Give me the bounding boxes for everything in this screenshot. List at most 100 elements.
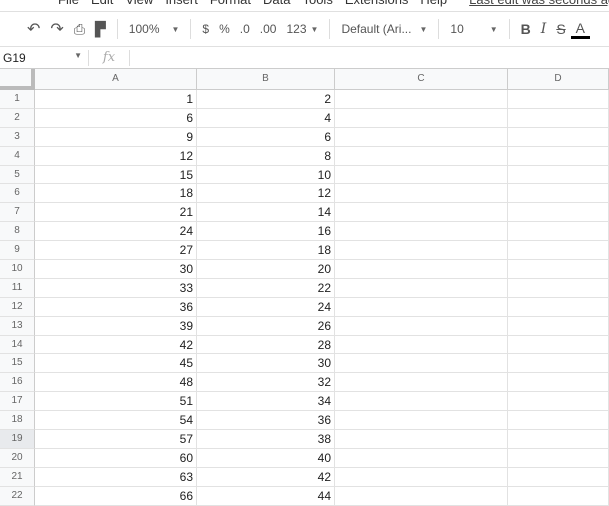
cell-c[interactable]	[335, 108, 508, 128]
cell-d[interactable]	[508, 297, 609, 317]
row-header[interactable]: 1	[0, 90, 35, 109]
cell-c[interactable]	[335, 278, 508, 298]
row-header[interactable]: 10	[0, 260, 35, 279]
cell-a[interactable]: 24	[35, 222, 197, 242]
cell-d[interactable]	[508, 354, 609, 374]
cell-b[interactable]: 36	[197, 411, 335, 431]
row-header[interactable]: 4	[0, 146, 35, 166]
cell-a[interactable]: 51	[35, 392, 197, 412]
row-header[interactable]: 8	[0, 222, 35, 242]
cell-d[interactable]	[508, 203, 609, 223]
cell-a[interactable]: 42	[35, 335, 197, 355]
cell-d[interactable]	[508, 373, 609, 393]
row-header[interactable]: 3	[0, 127, 35, 147]
percent-button[interactable]: %	[214, 22, 235, 36]
strikethrough-button[interactable]: S	[551, 21, 570, 37]
cell-a[interactable]: 21	[35, 203, 197, 223]
row-header[interactable]: 5	[0, 165, 35, 185]
cell-b[interactable]: 10	[197, 165, 335, 185]
row-header[interactable]: 11	[0, 278, 35, 298]
currency-button[interactable]: $	[197, 22, 214, 36]
column-header-a[interactable]: A	[35, 69, 197, 90]
cell-a[interactable]: 63	[35, 467, 197, 487]
cell-b[interactable]: 18	[197, 241, 335, 261]
select-all-corner[interactable]	[0, 69, 35, 90]
row-header[interactable]: 15	[0, 354, 35, 374]
decrease-decimal-button[interactable]: .0	[235, 22, 255, 36]
cell-a[interactable]: 12	[35, 146, 197, 166]
column-header-d[interactable]: D	[508, 69, 609, 90]
row-header[interactable]: 19	[0, 430, 35, 449]
cell-c[interactable]	[335, 184, 508, 204]
menu-tools[interactable]: Tools	[302, 0, 332, 8]
name-box[interactable]: G19 ▼	[0, 51, 88, 65]
cell-d[interactable]	[508, 448, 609, 468]
cell-c[interactable]	[335, 297, 508, 317]
menu-view[interactable]: View	[125, 0, 153, 8]
bold-button[interactable]: B	[516, 21, 536, 37]
cell-c[interactable]	[335, 316, 508, 336]
cell-d[interactable]	[508, 335, 609, 355]
row-header[interactable]: 9	[0, 241, 35, 261]
font-size-select[interactable]: 10 ▼	[445, 22, 502, 36]
cell-b[interactable]: 40	[197, 448, 335, 468]
cell-b[interactable]: 34	[197, 392, 335, 412]
menu-insert[interactable]: Insert	[165, 0, 198, 8]
cell-b[interactable]: 14	[197, 203, 335, 223]
cell-b[interactable]: 20	[197, 260, 335, 279]
text-color-button[interactable]: A	[570, 20, 591, 39]
cell-a[interactable]: 6	[35, 108, 197, 128]
italic-button[interactable]: I	[536, 21, 552, 37]
row-header[interactable]: 20	[0, 448, 35, 468]
cell-c[interactable]	[335, 467, 508, 487]
cell-d[interactable]	[508, 392, 609, 412]
row-header[interactable]: 16	[0, 373, 35, 393]
cell-a[interactable]: 33	[35, 278, 197, 298]
row-header[interactable]: 14	[0, 335, 35, 355]
cell-c[interactable]	[335, 448, 508, 468]
cell-b[interactable]: 2	[197, 90, 335, 109]
menu-extensions[interactable]: Extensions	[345, 0, 409, 8]
cell-a[interactable]: 66	[35, 486, 197, 506]
cell-a[interactable]: 60	[35, 448, 197, 468]
cell-b[interactable]: 8	[197, 146, 335, 166]
cell-c[interactable]	[335, 335, 508, 355]
cell-d[interactable]	[508, 486, 609, 506]
cell-b[interactable]: 38	[197, 430, 335, 449]
print-icon[interactable]: ⎙	[69, 21, 90, 38]
cell-b[interactable]: 4	[197, 108, 335, 128]
cell-c[interactable]	[335, 203, 508, 223]
cell-d[interactable]	[508, 184, 609, 204]
cell-a[interactable]: 9	[35, 127, 197, 147]
row-header[interactable]: 2	[0, 108, 35, 128]
cell-b[interactable]: 30	[197, 354, 335, 374]
zoom-select[interactable]: 100% ▼	[124, 22, 185, 36]
cell-a[interactable]: 39	[35, 316, 197, 336]
cell-a[interactable]: 18	[35, 184, 197, 204]
cell-b[interactable]: 12	[197, 184, 335, 204]
cell-d[interactable]	[508, 222, 609, 242]
cell-b[interactable]: 32	[197, 373, 335, 393]
row-header[interactable]: 22	[0, 486, 35, 506]
cell-c[interactable]	[335, 127, 508, 147]
cell-b[interactable]: 26	[197, 316, 335, 336]
cell-c[interactable]	[335, 165, 508, 185]
cell-a[interactable]: 15	[35, 165, 197, 185]
paint-format-icon[interactable]: ▛	[90, 21, 111, 38]
cell-b[interactable]: 22	[197, 278, 335, 298]
cell-b[interactable]: 24	[197, 297, 335, 317]
cell-d[interactable]	[508, 411, 609, 431]
cell-a[interactable]: 54	[35, 411, 197, 431]
increase-decimal-button[interactable]: .00	[255, 22, 282, 36]
cell-c[interactable]	[335, 222, 508, 242]
menu-format[interactable]: Format	[210, 0, 251, 8]
cell-c[interactable]	[335, 430, 508, 449]
row-header[interactable]: 7	[0, 203, 35, 223]
cell-c[interactable]	[335, 354, 508, 374]
cell-a[interactable]: 36	[35, 297, 197, 317]
cell-d[interactable]	[508, 467, 609, 487]
undo-icon[interactable]: ↶	[22, 19, 45, 39]
cell-d[interactable]	[508, 90, 609, 109]
cell-a[interactable]: 1	[35, 90, 197, 109]
menu-help[interactable]: Help	[420, 0, 447, 8]
